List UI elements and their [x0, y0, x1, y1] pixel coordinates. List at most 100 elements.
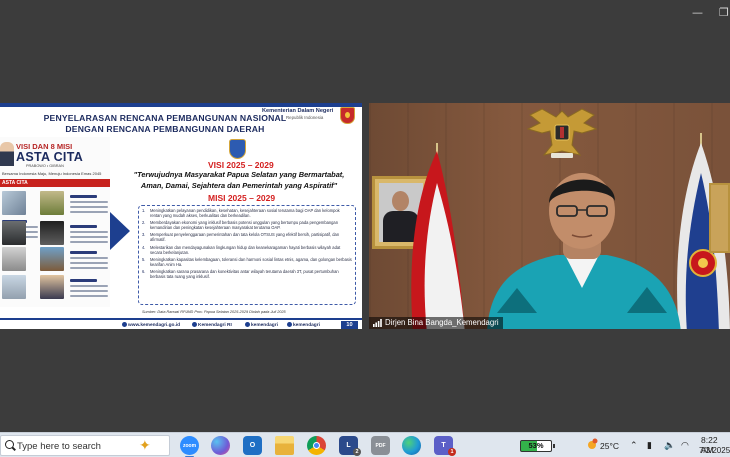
- misi-item: 1. Meningkatkan pelayanan pendidikan, kes…: [142, 208, 352, 218]
- brochure-image: [2, 221, 26, 245]
- misi-number: 5.: [142, 256, 146, 262]
- footer-instagram: kemendagri: [287, 322, 320, 328]
- l-app-badge: 2: [353, 448, 361, 456]
- slide-title: PENYELARASAN RENCANA PEMBANGUNAN NASIONA…: [43, 113, 287, 134]
- misi-text: Memperkuat penyelenggaraan pemerintahan …: [150, 232, 340, 243]
- misi-text: Memberdayakan ekonomi yang inklusif berb…: [150, 220, 338, 231]
- province-emblem-icon: [229, 139, 246, 159]
- asta-cita-brochure: VISI DAN 8 MISI ASTA CITA PRABOWO • GIBR…: [0, 137, 110, 307]
- outlook-app-label: O: [249, 442, 256, 449]
- misi-item: 2. Memberdayakan ekonomi yang inklusif be…: [142, 220, 352, 230]
- wifi-icon[interactable]: ◠: [681, 441, 689, 451]
- copilot-sparkle-icon[interactable]: ✦: [139, 438, 151, 454]
- brochure-image: [40, 191, 64, 215]
- misi-text: Melestarikan dan mendayagunakan lingkung…: [150, 244, 341, 255]
- outlook-app-icon[interactable]: O: [243, 436, 262, 455]
- slide-source-note: Sumber: Data Ranwal RPJMD Prov. Papua Se…: [142, 310, 286, 314]
- participant-name-text: Dirjen Bina Bangda_Kemendagri: [385, 318, 499, 327]
- ministry-name: Kementerian Dalam Negeri: [262, 108, 334, 114]
- instagram-icon: [287, 322, 292, 327]
- ministry-subtitle: Republik Indonesia: [286, 115, 324, 120]
- misi-item: 3. Memperkuat penyelenggaraan pemerintaha…: [142, 232, 352, 242]
- slide-footer: www.kemendagri.go.id Kemendagri RI kemen…: [0, 318, 362, 329]
- brochure-image: [40, 221, 64, 245]
- search-placeholder: Type here to search: [17, 441, 101, 452]
- speaker-video: [487, 173, 681, 329]
- brochure-text: [70, 192, 108, 214]
- ministry-logo-icon: [340, 107, 355, 124]
- footer-facebook-text: Kemendagri RI: [198, 323, 232, 328]
- teams-app-badge: 1: [448, 448, 456, 456]
- visi-heading: VISI 2025 – 2029: [208, 160, 274, 170]
- misi-heading: MISI 2025 – 2029: [208, 193, 276, 203]
- candidate-photo: [0, 142, 14, 166]
- brochure-text: [70, 248, 108, 270]
- teams-app-icon[interactable]: T1: [434, 436, 456, 456]
- microphone-icon[interactable]: ▮: [647, 441, 652, 451]
- brochure-text: [70, 222, 108, 244]
- misi-text: Meningkatkan pelayanan pendidikan, keseh…: [150, 208, 340, 218]
- edge-app-icon[interactable]: [402, 436, 421, 455]
- facebook-icon: [192, 322, 197, 327]
- volume-icon[interactable]: 🔈: [664, 441, 675, 451]
- footer-twitter: kemendagri: [245, 322, 278, 328]
- chevron-up-icon[interactable]: ⌃: [630, 441, 638, 451]
- brochure-candidates: PRABOWO • GIBRAN: [26, 164, 64, 168]
- pdf-app-label: PDF: [375, 442, 386, 449]
- zoom-app-icon[interactable]: zoom: [180, 436, 199, 457]
- windows-taskbar: Type here to search ✦ zoom O L2 PDF T1 5…: [0, 432, 730, 457]
- file-explorer-icon[interactable]: [275, 436, 294, 455]
- brochure-vision-line: Bersama Indonesia Maju, Menuju Indonesia…: [2, 171, 102, 176]
- brochure-image: [2, 191, 26, 215]
- participant-video-tile[interactable]: Dirjen Bina Bangda_Kemendagri: [369, 103, 730, 329]
- brochure-text: [70, 276, 108, 298]
- temperature-text[interactable]: 25°C: [600, 441, 619, 451]
- visi-statement: "Terwujudnya Masyarakat Papua Selatan ya…: [133, 170, 345, 190]
- footer-website: www.kemendagri.go.id: [122, 322, 180, 328]
- misi-number: 6.: [142, 268, 146, 274]
- brochure-image: [2, 275, 26, 299]
- screen: — ❐ PENYELARASAN RENCANA PEMBANGUNAN NAS…: [0, 0, 730, 457]
- taskbar-search[interactable]: Type here to search ✦: [0, 435, 170, 456]
- participant-name-label: Dirjen Bina Bangda_Kemendagri: [369, 317, 503, 329]
- twitter-icon: [245, 322, 250, 327]
- pdf-app-icon[interactable]: PDF: [371, 436, 390, 455]
- garuda-emblem-icon: [526, 108, 598, 158]
- brochure-image: [40, 275, 64, 299]
- slide-top-bar: [0, 103, 362, 107]
- misi-item: 5. Meningkatkan kapasitas kelembagaan, to…: [142, 257, 352, 267]
- misi-item: 6. Meningkatkan sarana prasarana dan kone…: [142, 269, 352, 279]
- chrome-center: [313, 442, 320, 449]
- globe-icon: [122, 322, 127, 327]
- shared-slide: PENYELARASAN RENCANA PEMBANGUNAN NASIONA…: [0, 103, 362, 329]
- misi-item: 4. Melestarikan dan mendayagunakan lingku…: [142, 245, 352, 255]
- clock-date[interactable]: 7/3/2025: [699, 446, 730, 455]
- misi-number: 2.: [142, 220, 146, 226]
- misi-text: Meningkatkan sarana prasarana dan konekt…: [150, 268, 339, 279]
- battery-indicator[interactable]: 53%: [520, 440, 555, 452]
- l-app-label: L: [346, 442, 351, 449]
- brochure-image: [2, 247, 26, 271]
- misi-text: Meningkatkan kapasitas kelembagaan, tole…: [150, 256, 352, 267]
- page-number: 10: [341, 321, 358, 329]
- footer-instagram-text: kemendagri: [293, 323, 320, 328]
- misi-number: 1.: [142, 208, 146, 213]
- zoom-app-label: zoom: [182, 442, 197, 449]
- indonesian-flag: [411, 143, 465, 329]
- restore-icon[interactable]: ❐: [719, 6, 729, 19]
- misi-list: 1. Meningkatkan pelayanan pendidikan, kes…: [138, 205, 356, 305]
- misi-number: 4.: [142, 244, 146, 250]
- teams-app-label: T: [441, 442, 446, 449]
- copilot-app-icon[interactable]: [211, 436, 230, 455]
- footer-facebook: Kemendagri RI: [192, 322, 232, 328]
- misi-number: 3.: [142, 232, 146, 238]
- l-app-icon[interactable]: L2: [339, 436, 361, 456]
- arrow-right-icon: [110, 212, 130, 250]
- right-portrait: [709, 183, 730, 253]
- brochure-section-label: ASTA CITA: [2, 180, 28, 186]
- weather-sun-icon[interactable]: [585, 438, 599, 452]
- chrome-app-icon[interactable]: [307, 436, 326, 455]
- search-icon: [5, 440, 14, 449]
- footer-website-text: www.kemendagri.go.id: [128, 323, 181, 328]
- minimize-icon[interactable]: —: [692, 6, 703, 19]
